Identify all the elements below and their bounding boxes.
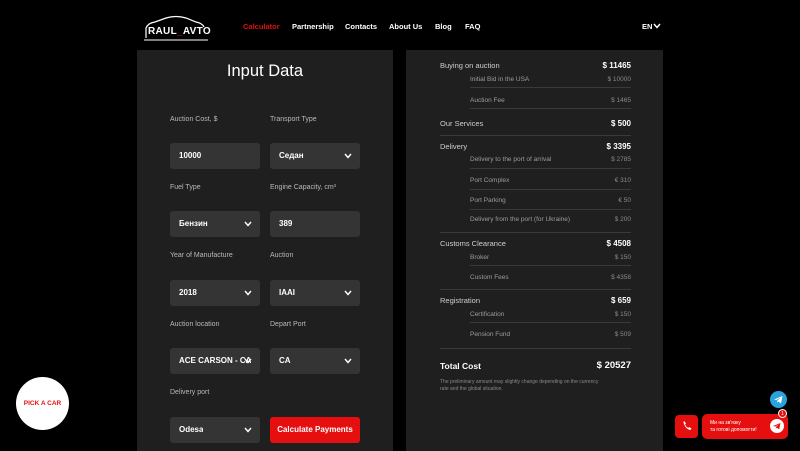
chevron-down-icon (344, 153, 352, 159)
summary-row-delivery: Delivery $ 3395 (440, 142, 631, 151)
chevron-down-icon (244, 358, 252, 364)
logo[interactable]: RAUL_AVTO (142, 14, 211, 44)
fuel-type-label: Fuel Type (170, 184, 201, 191)
telegram-icon-badge (770, 419, 784, 433)
nav-faq[interactable]: FAQ (465, 22, 480, 31)
year-label: Year of Manufacture (170, 252, 233, 259)
divider (440, 135, 631, 136)
fuel-type-select[interactable]: Бензин (170, 211, 260, 237)
logo-text: RAUL_AVTO (148, 26, 211, 37)
nav-partnership[interactable]: Partnership (292, 22, 334, 31)
phone-button[interactable] (675, 415, 698, 438)
summary-row-delivery-ukraine: Delivery from the port (for Ukraine) $ 20… (470, 216, 631, 223)
divider (470, 209, 631, 210)
calculate-payments-button[interactable]: Calculate Payments (270, 417, 360, 443)
depart-port-label: Depart Port (270, 321, 306, 328)
telegram-button[interactable] (770, 391, 787, 408)
engine-capacity-input[interactable]: 389 (270, 211, 360, 237)
total-cost-label: Total Cost (440, 361, 481, 371)
pick-a-car-button[interactable]: PICK A CAR (16, 377, 69, 430)
chevron-down-icon (344, 290, 352, 296)
telegram-icon (774, 396, 783, 404)
help-text: Ми на зв'язку та готові допомогти! (710, 420, 757, 433)
summary-row-initial-bid: Initial Bid in the USA $ 10000 (470, 76, 631, 83)
summary-row-port-parking: Port Parking € 50 (470, 197, 631, 204)
summary-row-auction-fee: Auction Fee $ 1465 (470, 97, 631, 104)
divider (470, 322, 631, 323)
language-selector[interactable]: EN (642, 22, 652, 31)
auction-cost-input[interactable]: 10000 (170, 143, 260, 169)
depart-port-select[interactable]: CA (270, 348, 360, 374)
auction-location-label: Auction location (170, 321, 220, 328)
help-chat-bubble[interactable]: Ми на зв'язку та готові допомогти! (702, 414, 788, 439)
divider (440, 232, 631, 233)
divider (440, 289, 631, 290)
chevron-down-icon (244, 290, 252, 296)
summary-row-delivery-port: Delivery to the port of arrival $ 2785 (470, 156, 631, 163)
chevron-down-icon (244, 427, 252, 433)
nav-about-us[interactable]: About Us (389, 22, 422, 31)
summary-row-port-complex: Port Complex € 310 (470, 177, 631, 184)
nav-blog[interactable]: Blog (435, 22, 452, 31)
delivery-port-select[interactable]: Odesa (170, 417, 260, 443)
engine-capacity-label: Engine Capacity, cm³ (270, 184, 337, 191)
chevron-down-icon (344, 358, 352, 364)
telegram-icon (773, 423, 781, 430)
summary-row-customs: Customs Clearance $ 4508 (440, 239, 631, 248)
summary-row-registration: Registration $ 659 (440, 296, 631, 305)
summary-row-services: Our Services $ 500 (440, 119, 631, 128)
auction-cost-label: Auction Cost, $ (170, 116, 218, 123)
divider (470, 189, 631, 190)
summary-row-pension: Pension Fund $ 509 (470, 331, 631, 338)
chevron-down-icon (244, 221, 252, 227)
summary-row-buying: Buying on auction $ 11465 (440, 61, 631, 70)
transport-type-select[interactable]: Седан (270, 143, 360, 169)
panel-title: Input Data (226, 62, 304, 80)
nav-calculator[interactable]: Calculator (243, 22, 280, 31)
nav-contacts[interactable]: Contacts (345, 22, 377, 31)
divider (470, 265, 631, 266)
divider (470, 168, 631, 169)
auction-label: Auction (270, 252, 294, 259)
notification-badge: 1 (778, 409, 787, 418)
chevron-down-icon[interactable] (653, 23, 661, 29)
summary-row-customs-fees: Custom Fees $ 4358 (470, 274, 631, 281)
year-select[interactable]: 2018 (170, 280, 260, 306)
delivery-port-label: Delivery port (170, 389, 210, 396)
auction-select[interactable]: IAAI (270, 280, 360, 306)
total-cost-value: $ 20527 (596, 360, 631, 371)
auction-location-select[interactable]: ACE CARSON - CA (170, 348, 260, 374)
disclaimer-text: The preliminary amount may slightly chan… (440, 379, 599, 392)
divider (440, 348, 631, 349)
transport-type-label: Transport Type (270, 116, 317, 123)
phone-icon (683, 421, 692, 430)
